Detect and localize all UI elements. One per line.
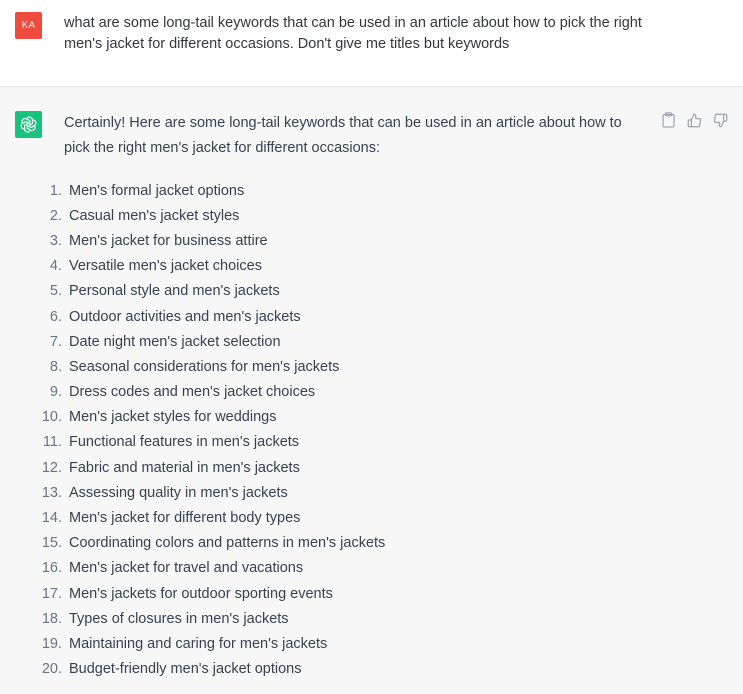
list-number: 16. [41, 560, 62, 577]
list-number: 6. [49, 308, 62, 325]
list-number: 18. [41, 610, 62, 627]
keyword-text: Men's jacket for different body types [69, 510, 301, 527]
list-item: 15. Coordinating colors and patterns in m… [30, 531, 385, 556]
list-item: 14. Men's jacket for different body types [30, 505, 385, 530]
list-item: 20. Budget-friendly men's jacket options [30, 657, 385, 682]
assistant-intro-text: Certainly! Here are some long-tail keywo… [64, 115, 622, 156]
list-number: 20. [41, 661, 62, 678]
list-item: 13. Assessing quality in men's jackets [30, 480, 385, 505]
list-number: 7. [49, 333, 62, 350]
keyword-text: Seasonal considerations for men's jacket… [69, 358, 340, 375]
keyword-text: Coordinating colors and patterns in men'… [69, 535, 386, 552]
list-item: 17. Men's jackets for outdoor sporting ev… [30, 581, 385, 606]
user-message-text: what are some long-tail keywords that ca… [64, 15, 642, 52]
list-item: 7. Date night men's jacket selection [30, 329, 385, 354]
openai-logo-icon [20, 116, 37, 133]
keyword-text: Versatile men's jacket choices [69, 258, 262, 275]
list-item: 12. Fabric and material in men's jackets [30, 455, 385, 480]
list-number: 13. [41, 484, 62, 501]
keyword-text: Men's formal jacket options [69, 182, 245, 199]
message-actions [660, 111, 728, 129]
keyword-text: Date night men's jacket selection [69, 333, 281, 350]
user-avatar: KA [15, 12, 42, 39]
thumbs-up-button[interactable] [686, 111, 702, 129]
list-number: 5. [49, 283, 62, 300]
keyword-text: Men's jacket for travel and vacations [69, 560, 304, 577]
list-item: 10. Men's jacket styles for weddings [30, 405, 385, 430]
list-number: 10. [41, 409, 62, 426]
keyword-list: 1. Men's formal jacket options 2. Casual m… [30, 178, 385, 682]
list-number: 17. [41, 585, 62, 602]
keyword-text: Types of closures in men's jackets [69, 610, 289, 627]
list-number: 3. [49, 232, 62, 249]
list-number: 19. [41, 635, 62, 652]
keyword-text: Personal style and men's jackets [69, 283, 280, 300]
list-item: 3. Men's jacket for business attire [30, 228, 385, 253]
keyword-text: Functional features in men's jackets [69, 434, 300, 451]
keyword-text: Casual men's jacket styles [69, 207, 240, 224]
user-initials: KA [21, 20, 36, 31]
list-item: 8. Seasonal considerations for men's jack… [30, 354, 385, 379]
keyword-text: Maintaining and caring for men's jackets [69, 635, 328, 652]
list-item: 19. Maintaining and caring for men's jack… [30, 631, 385, 656]
keyword-text: Men's jacket styles for weddings [69, 409, 277, 426]
assistant-message: Certainly! Here are some long-tail keywo… [0, 87, 743, 694]
keyword-text: Outdoor activities and men's jackets [69, 308, 301, 325]
keyword-text: Assessing quality in men's jackets [69, 484, 288, 501]
user-message: KA what are some long-tail keywords that… [0, 0, 743, 87]
list-number: 1. [49, 182, 62, 199]
list-item: 2. Casual men's jacket styles [30, 203, 385, 228]
list-number: 14. [41, 510, 62, 527]
list-item: 11. Functional features in men's jackets [30, 430, 385, 455]
list-number: 11. [42, 434, 62, 451]
list-number: 15. [41, 535, 62, 552]
assistant-avatar [15, 111, 42, 138]
list-item: 16. Men's jacket for travel and vacations [30, 556, 385, 581]
keyword-text: Dress codes and men's jacket choices [69, 384, 316, 401]
list-item: 1. Men's formal jacket options [30, 178, 385, 203]
copy-button[interactable] [660, 111, 676, 129]
keyword-text: Budget-friendly men's jacket options [69, 661, 302, 678]
list-number: 2. [49, 207, 62, 224]
thumbs-down-button[interactable] [712, 111, 728, 129]
list-number: 4. [49, 258, 62, 275]
list-item: 4. Versatile men's jacket choices [30, 254, 385, 279]
list-number: 12. [41, 459, 62, 476]
list-item: 9. Dress codes and men's jacket choices [30, 380, 385, 405]
keyword-text: Men's jackets for outdoor sporting event… [69, 585, 333, 602]
keyword-text: Fabric and material in men's jackets [69, 459, 300, 476]
list-item: 6. Outdoor activities and men's jackets [30, 304, 385, 329]
keyword-text: Men's jacket for business attire [69, 232, 268, 249]
list-item: 18. Types of closures in men's jackets [30, 606, 385, 631]
list-number: 8. [49, 358, 62, 375]
clipboard-icon [661, 112, 675, 128]
thumbs-down-icon [713, 113, 727, 127]
thumbs-up-icon [687, 113, 701, 127]
list-number: 9. [49, 384, 62, 401]
list-item: 5. Personal style and men's jackets [30, 279, 385, 304]
